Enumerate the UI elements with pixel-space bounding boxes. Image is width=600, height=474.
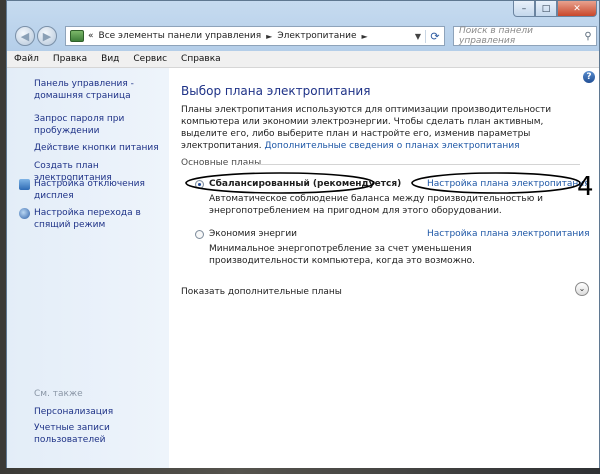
back-arrow-icon: ◀ <box>20 29 30 43</box>
control-panel-icon <box>70 30 84 42</box>
sidebar-item-sleep[interactable]: Настройка перехода в спящий режим <box>34 207 168 231</box>
sidebar-item-display-off[interactable]: Настройка отключения дисплея <box>34 178 168 202</box>
more-info-link[interactable]: Дополнительные сведения о планах электро… <box>265 141 520 151</box>
page-description: Планы электропитания используются для оп… <box>181 104 586 152</box>
maximize-button[interactable]: □ <box>535 1 557 17</box>
moon-icon <box>19 208 30 219</box>
plan-balanced-name[interactable]: Сбалансированный (рекомендуется) <box>209 179 401 189</box>
sidebar-item-personalization[interactable]: Персонализация <box>34 406 168 418</box>
search-box[interactable]: Поиск в панели управления ⚲ <box>453 26 597 46</box>
forward-arrow-icon: ▶ <box>42 29 52 43</box>
expand-chevron-icon[interactable]: ⌄ <box>575 282 589 296</box>
help-icon[interactable]: ? <box>583 71 595 83</box>
search-input[interactable]: Поиск в панели управления <box>454 26 580 46</box>
menu-help[interactable]: Справка <box>174 54 228 64</box>
menu-file[interactable]: Файл <box>7 54 46 64</box>
group-divider <box>245 164 580 165</box>
address-chevron[interactable]: « <box>88 31 94 41</box>
display-icon <box>19 179 30 190</box>
close-button[interactable]: ✕ <box>557 1 597 17</box>
sidebar-item-user-accounts[interactable]: Учетные записи пользователей <box>34 422 168 446</box>
forward-button[interactable]: ▶ <box>37 26 57 46</box>
menu-tools[interactable]: Сервис <box>126 54 174 64</box>
refresh-icon[interactable]: ⟳ <box>425 29 444 43</box>
search-icon[interactable]: ⚲ <box>580 31 596 42</box>
show-additional-plans[interactable]: Показать дополнительные планы <box>181 287 342 297</box>
plan-power-saver-settings-link[interactable]: Настройка плана электропитания <box>427 229 590 239</box>
sidebar-item-wake-password[interactable]: Запрос пароля при пробуждении <box>34 113 168 137</box>
see-also-label: См. также <box>34 389 83 399</box>
minimize-button[interactable]: – <box>513 1 535 17</box>
plan-balanced-settings-link[interactable]: Настройка плана электропитания <box>427 179 590 189</box>
plan-power-saver-radio[interactable] <box>195 230 204 239</box>
task-pane: Панель управления - домашняя страница За… <box>7 68 169 468</box>
menu-view[interactable]: Вид <box>94 54 126 64</box>
breadcrumb-separator-icon[interactable]: ► <box>362 32 368 41</box>
breadcrumb-all-items[interactable]: Все элементы панели управления <box>99 31 262 41</box>
plan-balanced-radio[interactable] <box>195 180 204 189</box>
control-panel-window: – □ ✕ ◀ ▶ « Все элементы панели управлен… <box>6 0 600 468</box>
address-bar[interactable]: « Все элементы панели управления ► Элект… <box>65 26 445 46</box>
page-title: Выбор плана электропитания <box>181 84 371 98</box>
menu-bar: Файл Правка Вид Сервис Справка <box>7 51 599 68</box>
sidebar-item-power-button[interactable]: Действие кнопки питания <box>34 142 168 154</box>
caption-buttons: – □ ✕ <box>513 1 597 17</box>
group-label: Основные планы <box>181 158 262 168</box>
breadcrumb-separator-icon[interactable]: ► <box>266 32 272 41</box>
plan-power-saver-name[interactable]: Экономия энергии <box>209 229 297 239</box>
address-history-dropdown-icon[interactable]: ▼ <box>411 32 425 41</box>
main-content: ? Выбор плана электропитания Планы элект… <box>169 68 599 468</box>
breadcrumb-power-options[interactable]: Электропитание <box>277 31 356 41</box>
back-button[interactable]: ◀ <box>15 26 35 46</box>
plan-balanced-description: Автоматическое соблюдение баланса между … <box>209 194 543 216</box>
plan-power-saver-description: Минимальное энергопотребление за счет ум… <box>209 244 476 266</box>
sidebar-control-panel-home[interactable]: Панель управления - домашняя страница <box>34 78 168 102</box>
navigation-bar: ◀ ▶ « Все элементы панели управления ► Э… <box>7 23 599 49</box>
menu-edit[interactable]: Правка <box>46 54 94 64</box>
